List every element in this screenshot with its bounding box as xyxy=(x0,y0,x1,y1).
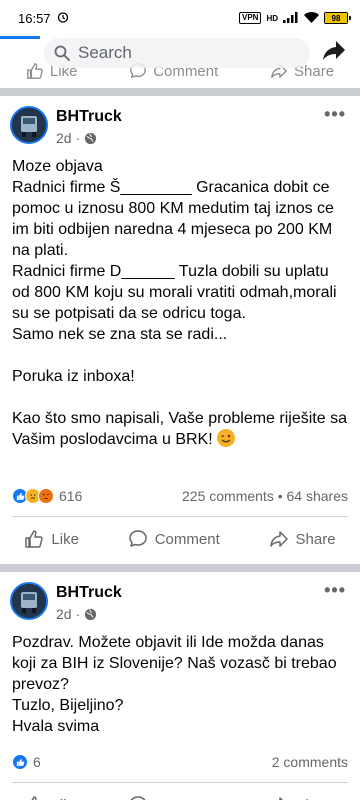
truck-logo-icon xyxy=(12,584,46,618)
comment-icon xyxy=(130,796,146,800)
comment-icon xyxy=(128,530,147,547)
post-card: BHTruck 2d · ••• Pozdrav. Možete objavit… xyxy=(0,572,360,800)
vpn-badge: VPN xyxy=(238,12,262,24)
comment-button[interactable]: Comment xyxy=(128,529,220,549)
post-actions: Like Comment Share xyxy=(0,783,360,800)
share-arrow-icon xyxy=(323,41,345,60)
signal-icon xyxy=(283,11,299,26)
post-body: Pozdrav. Možete objavit ili Ide možda da… xyxy=(0,632,360,748)
avatar[interactable] xyxy=(10,106,48,144)
search-icon xyxy=(54,45,70,61)
post-actions: Like Comment Share xyxy=(0,517,360,561)
share-count: 64 shares xyxy=(286,488,348,504)
search-input[interactable]: Search xyxy=(44,38,310,68)
post-header: BHTruck 2d · ••• xyxy=(0,96,360,156)
share-arrow-button[interactable] xyxy=(322,40,346,67)
reactions-summary[interactable]: 616 xyxy=(12,488,82,504)
avatar[interactable] xyxy=(10,582,48,620)
reactions-summary[interactable]: 6 xyxy=(12,754,41,770)
wink-emoji-icon xyxy=(217,429,236,447)
post-text: Pozdrav. Možete objavit ili Ide možda da… xyxy=(12,634,337,735)
share-button[interactable]: Share xyxy=(269,795,336,800)
globe-icon xyxy=(85,132,97,144)
thumbs-up-icon xyxy=(27,63,43,79)
post-meta: 2d · xyxy=(56,606,97,622)
hd-badge: HD xyxy=(266,13,278,23)
share-icon xyxy=(269,531,288,547)
post-stats: 616 225 comments • 64 shares xyxy=(0,482,360,510)
like-reaction-icon xyxy=(12,754,28,770)
thumbs-up-icon xyxy=(31,796,37,800)
more-options-icon[interactable]: ••• xyxy=(324,580,346,601)
globe-icon xyxy=(85,608,97,620)
share-button[interactable]: Share xyxy=(269,529,336,549)
like-button[interactable]: Like xyxy=(24,795,79,800)
comments-shares[interactable]: 225 comments • 64 shares xyxy=(182,488,348,504)
comment-count[interactable]: 2 comments xyxy=(272,754,348,770)
reaction-count: 616 xyxy=(59,488,83,504)
clock: 16:57 xyxy=(18,10,51,26)
post-card: BHTruck 2d · ••• Moze objava Radnici fir… xyxy=(0,96,360,564)
post-meta: 2d · xyxy=(56,130,97,146)
post-body: Moze objava Radnici firme Š________ Grac… xyxy=(0,156,360,482)
tab-indicator xyxy=(0,36,40,39)
like-button[interactable]: Like xyxy=(24,529,79,549)
search-placeholder: Search xyxy=(78,43,132,62)
thumbs-up-icon xyxy=(25,530,44,548)
truck-logo-icon xyxy=(12,108,46,142)
alarm-icon xyxy=(57,11,69,26)
post-author[interactable]: BHTruck xyxy=(56,584,122,602)
angry-reaction-icon xyxy=(38,488,54,504)
post-text: Moze objava Radnici firme Š________ Grac… xyxy=(12,158,347,448)
post-header: BHTruck 2d · ••• xyxy=(0,572,360,632)
wifi-icon xyxy=(304,11,319,26)
top-bar: Like Comment Share Search xyxy=(0,36,360,88)
comment-count: 225 comments xyxy=(182,488,274,504)
share-icon xyxy=(278,797,283,800)
post-author[interactable]: BHTruck xyxy=(56,108,122,126)
post-stats: 6 2 comments xyxy=(0,748,360,776)
comment-button[interactable]: Comment xyxy=(128,795,220,800)
reaction-count: 6 xyxy=(33,754,41,770)
post-time: 2d xyxy=(56,606,72,622)
post-time: 2d xyxy=(56,130,72,146)
battery-icon: 98 xyxy=(324,12,351,24)
more-options-icon[interactable]: ••• xyxy=(324,104,346,125)
status-bar: 16:57 VPN HD 98 xyxy=(0,0,360,36)
